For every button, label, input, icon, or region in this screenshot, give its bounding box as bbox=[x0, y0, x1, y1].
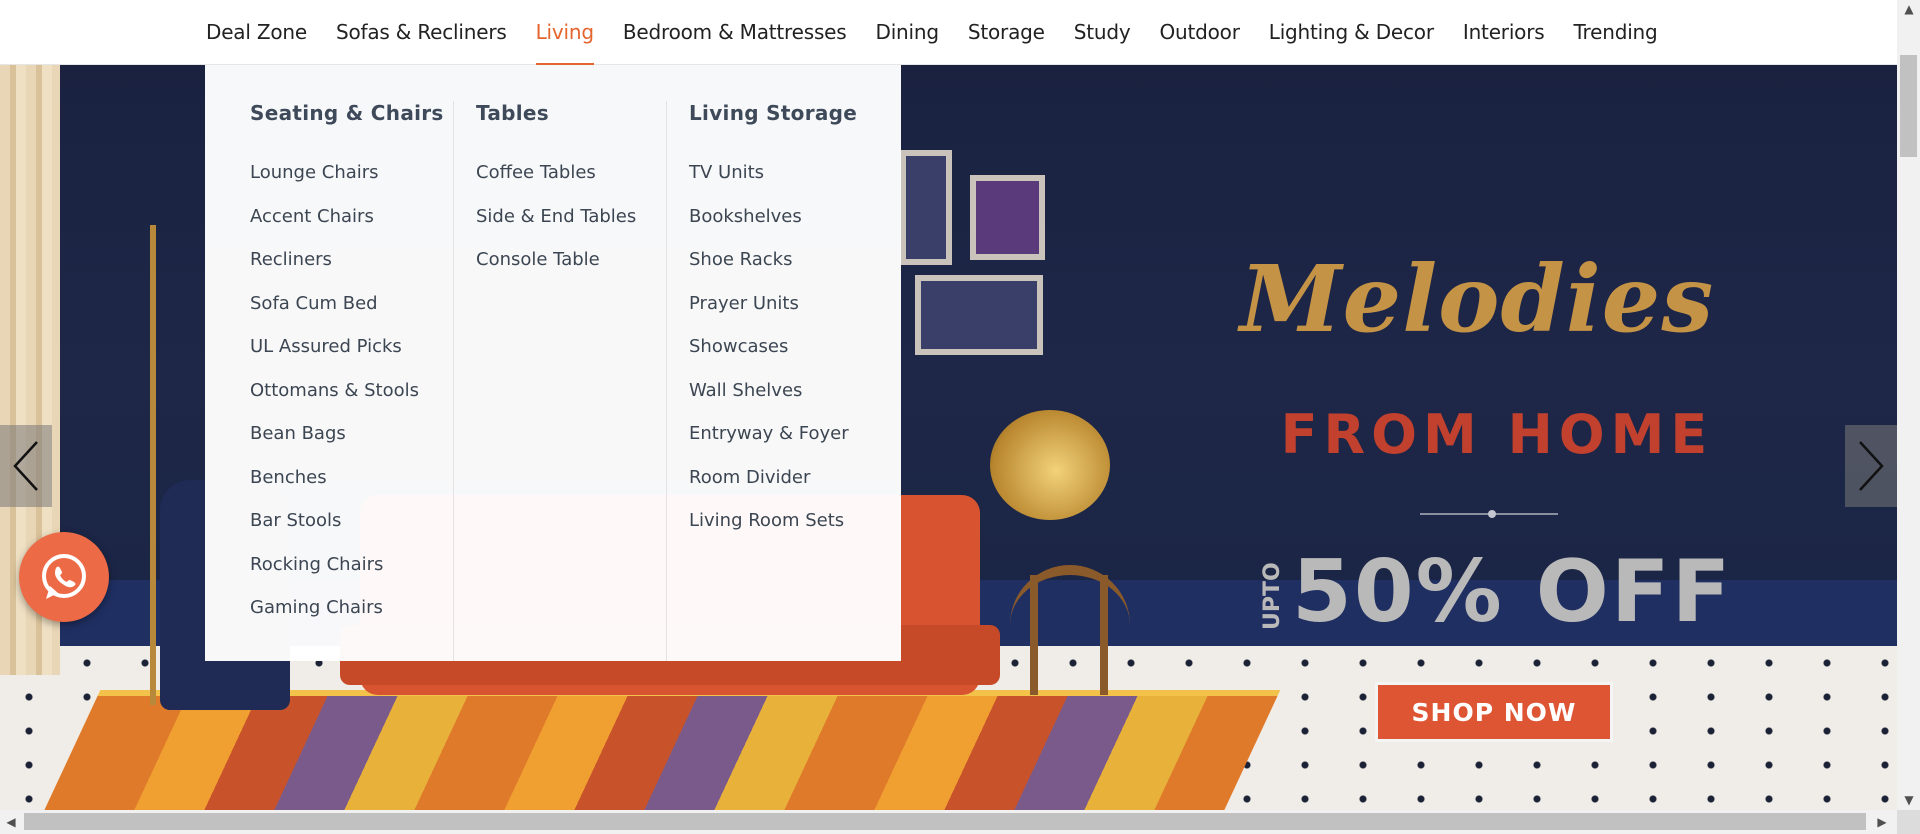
menu-column-seating: Seating & Chairs Lounge Chairs Accent Ch… bbox=[205, 101, 453, 661]
banner-table-leg bbox=[1030, 575, 1038, 695]
menu-item-room-divider[interactable]: Room Divider bbox=[689, 465, 886, 509]
banner-table-leg bbox=[1100, 575, 1108, 695]
chevron-right-icon bbox=[1859, 441, 1884, 491]
menu-list: Lounge Chairs Accent Chairs Recliners So… bbox=[250, 160, 453, 639]
living-mega-menu: Seating & Chairs Lounge Chairs Accent Ch… bbox=[205, 65, 901, 661]
scroll-up-arrow-icon[interactable]: ▲ bbox=[1902, 2, 1916, 16]
menu-item-ottomans-stools[interactable]: Ottomans & Stools bbox=[250, 378, 453, 422]
scroll-down-arrow-icon[interactable]: ▼ bbox=[1902, 793, 1916, 807]
promo-upto: UPTO bbox=[1260, 562, 1285, 630]
whatsapp-chat-button[interactable] bbox=[19, 532, 109, 622]
main-nav: Deal Zone Sofas & Recliners Living Bedro… bbox=[0, 0, 1897, 65]
menu-item-accent-chairs[interactable]: Accent Chairs bbox=[250, 204, 453, 248]
menu-item-entryway-foyer[interactable]: Entryway & Foyer bbox=[689, 421, 886, 465]
vertical-scrollbar-thumb[interactable] bbox=[1900, 55, 1917, 157]
banner-side-table bbox=[1010, 565, 1130, 685]
horizontal-scrollbar-thumb[interactable] bbox=[24, 813, 1866, 830]
promo-subtitle: FROM HOME bbox=[1280, 403, 1714, 466]
scroll-right-arrow-icon[interactable]: ▶ bbox=[1875, 815, 1889, 829]
promo-title: Melodies bbox=[1239, 245, 1715, 353]
nav-item-study[interactable]: Study bbox=[1074, 0, 1131, 65]
nav-item-bedroom-mattresses[interactable]: Bedroom & Mattresses bbox=[623, 0, 847, 65]
carousel-prev-button[interactable] bbox=[0, 425, 52, 507]
menu-column-title[interactable]: Living Storage bbox=[689, 101, 886, 151]
menu-column-living-storage: Living Storage TV Units Bookshelves Shoe… bbox=[666, 101, 886, 661]
menu-list: Coffee Tables Side & End Tables Console … bbox=[476, 160, 666, 291]
scrollbar-corner bbox=[1897, 810, 1920, 834]
nav-item-trending[interactable]: Trending bbox=[1573, 0, 1657, 65]
menu-item-bar-stools[interactable]: Bar Stools bbox=[250, 508, 453, 552]
menu-item-ul-assured-picks[interactable]: UL Assured Picks bbox=[250, 334, 453, 378]
menu-item-rocking-chairs[interactable]: Rocking Chairs bbox=[250, 552, 453, 596]
menu-item-bean-bags[interactable]: Bean Bags bbox=[250, 421, 453, 465]
promo-offer: 50% OFF bbox=[1292, 542, 1733, 642]
carousel-next-button[interactable] bbox=[1845, 425, 1897, 507]
promo-dot bbox=[1488, 510, 1496, 518]
menu-item-recliners[interactable]: Recliners bbox=[250, 247, 453, 291]
shop-now-button[interactable]: SHOP NOW bbox=[1375, 682, 1613, 742]
menu-item-sofa-cum-bed[interactable]: Sofa Cum Bed bbox=[250, 291, 453, 335]
menu-item-shoe-racks[interactable]: Shoe Racks bbox=[689, 247, 886, 291]
banner-lamp bbox=[150, 225, 156, 705]
nav-item-lighting-decor[interactable]: Lighting & Decor bbox=[1269, 0, 1434, 65]
menu-item-living-room-sets[interactable]: Living Room Sets bbox=[689, 508, 886, 552]
nav-item-deal-zone[interactable]: Deal Zone bbox=[206, 0, 307, 65]
menu-column-title[interactable]: Tables bbox=[476, 101, 666, 151]
menu-column-title[interactable]: Seating & Chairs bbox=[250, 101, 453, 151]
menu-item-tv-units[interactable]: TV Units bbox=[689, 160, 886, 204]
menu-item-lounge-chairs[interactable]: Lounge Chairs bbox=[250, 160, 453, 204]
scroll-left-arrow-icon[interactable]: ◀ bbox=[4, 815, 18, 829]
banner-frame-3 bbox=[915, 275, 1043, 355]
chevron-left-icon bbox=[13, 441, 38, 491]
menu-item-gaming-chairs[interactable]: Gaming Chairs bbox=[250, 595, 453, 639]
menu-item-wall-shelves[interactable]: Wall Shelves bbox=[689, 378, 886, 422]
nav-item-dining[interactable]: Dining bbox=[876, 0, 940, 65]
menu-list: TV Units Bookshelves Shoe Racks Prayer U… bbox=[689, 160, 886, 552]
nav-item-sofas-recliners[interactable]: Sofas & Recliners bbox=[336, 0, 507, 65]
banner-frame-2 bbox=[970, 175, 1045, 260]
menu-item-side-end-tables[interactable]: Side & End Tables bbox=[476, 204, 666, 248]
menu-item-showcases[interactable]: Showcases bbox=[689, 334, 886, 378]
banner-gramophone bbox=[990, 410, 1110, 520]
menu-item-bookshelves[interactable]: Bookshelves bbox=[689, 204, 886, 248]
nav-item-living[interactable]: Living bbox=[535, 0, 595, 65]
page: Melodies FROM HOME UPTO 50% OFF SHOP NOW… bbox=[0, 0, 1920, 834]
banner-frame-1 bbox=[900, 150, 952, 265]
menu-item-prayer-units[interactable]: Prayer Units bbox=[689, 291, 886, 335]
menu-item-coffee-tables[interactable]: Coffee Tables bbox=[476, 160, 666, 204]
nav-item-outdoor[interactable]: Outdoor bbox=[1159, 0, 1239, 65]
whatsapp-icon bbox=[42, 554, 86, 599]
nav-item-storage[interactable]: Storage bbox=[968, 0, 1045, 65]
menu-item-benches[interactable]: Benches bbox=[250, 465, 453, 509]
menu-item-console-table[interactable]: Console Table bbox=[476, 247, 666, 291]
menu-column-tables: Tables Coffee Tables Side & End Tables C… bbox=[453, 101, 666, 661]
nav-item-interiors[interactable]: Interiors bbox=[1463, 0, 1545, 65]
